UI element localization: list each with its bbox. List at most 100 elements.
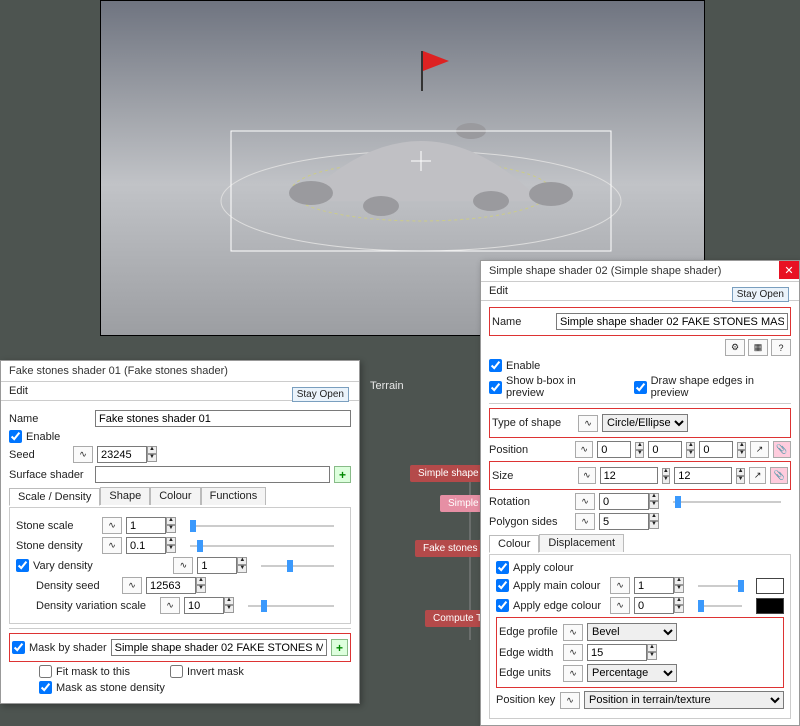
help-icon[interactable]: ? (771, 339, 791, 356)
invert-mask-checkbox[interactable] (170, 665, 183, 678)
tab-colour[interactable]: Colour (150, 487, 200, 505)
type-select[interactable]: Circle/Ellipse (602, 414, 688, 432)
param-icon[interactable]: ∿ (73, 446, 93, 463)
param-icon[interactable]: ∿ (563, 624, 583, 641)
tab-colour[interactable]: Colour (489, 535, 539, 553)
close-button[interactable]: ✕ (779, 261, 799, 279)
seed-input[interactable] (97, 446, 147, 463)
stay-open-button[interactable]: Stay Open (732, 287, 789, 302)
polysides-input[interactable] (599, 513, 649, 530)
tab-displacement[interactable]: Displacement (539, 534, 624, 552)
edge-units-select[interactable]: Percentage (587, 664, 677, 682)
spinner[interactable]: ▲▼ (237, 557, 247, 574)
name-input[interactable] (95, 410, 351, 427)
density-seed-input[interactable] (146, 577, 196, 594)
edit-menu: Edit Stay Open (1, 382, 359, 401)
edge-width-input[interactable] (587, 644, 647, 661)
spinner[interactable]: ▲▼ (674, 597, 684, 614)
clip-icon[interactable]: 📎 (773, 441, 791, 458)
param-icon[interactable]: ∿ (575, 441, 593, 458)
param-icon[interactable]: ∿ (575, 513, 595, 530)
add-button[interactable]: + (331, 639, 348, 656)
main-colour-swatch[interactable] (756, 578, 784, 594)
pos-y-input[interactable] (648, 441, 682, 458)
apply-edge-checkbox[interactable] (496, 599, 509, 612)
link-icon[interactable]: ↗ (750, 441, 768, 458)
name-input[interactable] (556, 313, 788, 330)
gear-icon[interactable]: ⚙ (725, 339, 745, 356)
spinner[interactable]: ▲▼ (647, 644, 657, 661)
slider[interactable] (673, 501, 781, 503)
param-icon[interactable]: ∿ (578, 467, 596, 484)
main-colour-input[interactable] (634, 577, 674, 594)
spinner[interactable]: ▲▼ (196, 577, 206, 594)
param-icon[interactable]: ∿ (160, 597, 180, 614)
spinner[interactable]: ▲▼ (649, 493, 659, 510)
spinner[interactable]: ▲▼ (736, 468, 745, 484)
size-x-input[interactable] (600, 467, 658, 484)
edge-colour-input[interactable] (634, 597, 674, 614)
tab-shape[interactable]: Shape (100, 487, 150, 505)
enable-checkbox[interactable] (489, 359, 502, 372)
slider[interactable] (190, 525, 334, 527)
vary-density-input[interactable] (197, 557, 237, 574)
spinner[interactable]: ▲▼ (674, 577, 684, 594)
grid-icon[interactable]: ▦ (748, 339, 768, 356)
param-icon[interactable]: ∿ (560, 692, 580, 709)
vary-density-checkbox[interactable] (16, 559, 29, 572)
tabs: Colour Displacement (489, 534, 791, 552)
size-y-input[interactable] (674, 467, 732, 484)
stone-density-input[interactable] (126, 537, 166, 554)
param-icon[interactable]: ∿ (173, 557, 193, 574)
divider (489, 403, 791, 404)
slider[interactable] (261, 565, 334, 567)
draw-edges-checkbox[interactable] (634, 381, 647, 394)
spinner[interactable]: ▲▼ (662, 468, 671, 484)
param-icon[interactable]: ∿ (102, 517, 122, 534)
stone-scale-input[interactable] (126, 517, 166, 534)
spinner[interactable]: ▲▼ (166, 537, 176, 554)
mask-by-shader-checkbox[interactable] (12, 641, 25, 654)
link-icon[interactable]: ↗ (749, 467, 767, 484)
spinner[interactable]: ▲▼ (686, 442, 695, 458)
spinner[interactable]: ▲▼ (635, 442, 644, 458)
param-icon[interactable]: ∿ (102, 537, 122, 554)
param-icon[interactable]: ∿ (578, 415, 598, 432)
show-bbox-checkbox[interactable] (489, 381, 502, 394)
panel-shape-shader[interactable]: Simple shape shader 02 (Simple shape sha… (480, 260, 800, 726)
enable-checkbox[interactable] (9, 430, 22, 443)
rotation-input[interactable] (599, 493, 649, 510)
edge-colour-swatch[interactable] (756, 598, 784, 614)
pos-z-input[interactable] (699, 441, 733, 458)
stay-open-button[interactable]: Stay Open (292, 387, 349, 402)
fit-mask-checkbox[interactable] (39, 665, 52, 678)
add-button[interactable]: + (334, 466, 351, 483)
spinner[interactable]: ▲▼ (737, 442, 746, 458)
spinner[interactable]: ▲▼ (224, 597, 234, 614)
apply-colour-checkbox[interactable] (496, 561, 509, 574)
slider[interactable] (190, 545, 334, 547)
param-icon[interactable]: ∿ (610, 577, 630, 594)
spinner[interactable]: ▲▼ (147, 446, 157, 463)
param-icon[interactable]: ∿ (610, 597, 630, 614)
slider[interactable] (698, 605, 742, 607)
spinner[interactable]: ▲▼ (649, 513, 659, 530)
clip-icon[interactable]: 📎 (770, 467, 788, 484)
pos-x-input[interactable] (597, 441, 631, 458)
param-icon[interactable]: ∿ (563, 665, 583, 682)
density-var-scale-input[interactable] (184, 597, 224, 614)
panel-fake-stones[interactable]: Fake stones shader 01 (Fake stones shade… (0, 360, 360, 704)
poskey-select[interactable]: Position in terrain/texture (584, 691, 784, 709)
param-icon[interactable]: ∿ (563, 644, 583, 661)
apply-main-checkbox[interactable] (496, 579, 509, 592)
mask-by-shader-input[interactable] (111, 639, 327, 656)
slider[interactable] (698, 585, 742, 587)
param-icon[interactable]: ∿ (575, 493, 595, 510)
tab-scale-density[interactable]: Scale / Density (9, 488, 100, 506)
spinner[interactable]: ▲▼ (166, 517, 176, 534)
param-icon[interactable]: ∿ (122, 577, 142, 594)
surface-shader-input[interactable] (95, 466, 330, 483)
slider[interactable] (248, 605, 334, 607)
tab-functions[interactable]: Functions (201, 487, 267, 505)
edge-profile-select[interactable]: Bevel (587, 623, 677, 641)
